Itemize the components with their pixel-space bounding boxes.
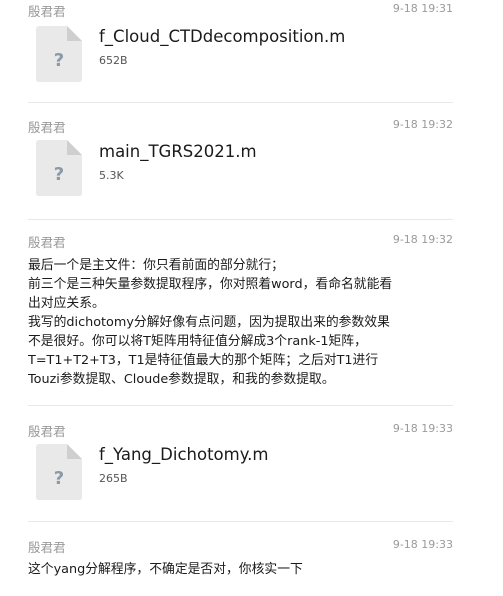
- message-time: 9-18 19:32: [392, 118, 453, 131]
- message-text-line: 出对应关系。: [28, 296, 105, 311]
- unknown-file-icon[interactable]: ?: [36, 26, 82, 82]
- file-size: 5.3K: [99, 169, 124, 182]
- message-text-line: 这个yang分解程序，不确定是否对，你核实一下: [28, 562, 303, 577]
- file-message: 殷君君 9-18 19:32 ? main_TGRS2021.m 5.3K: [28, 118, 453, 210]
- file-size: 652B: [99, 54, 128, 67]
- file-name-link[interactable]: f_Cloud_CTDdecomposition.m: [99, 27, 345, 47]
- file-name-link[interactable]: main_TGRS2021.m: [99, 142, 257, 162]
- message-text-line: 最后一个是主文件：你只看前面的部分就行；: [28, 258, 284, 273]
- message-text-line: 不是很好。你可以将T矩阵用特征值分解成3个rank-1矩阵，: [28, 334, 367, 349]
- message-text-line: 前三个是三种矢量参数提取程序，你对照着word，看命名就能看: [28, 277, 393, 292]
- message-time: 9-18 19:32: [392, 233, 453, 246]
- message-time: 9-18 19:33: [392, 422, 453, 435]
- sender-name: 殷君君: [28, 424, 66, 439]
- message-divider: [28, 102, 453, 103]
- file-name-link[interactable]: f_Yang_Dichotomy.m: [99, 445, 268, 465]
- svg-text:?: ?: [54, 50, 64, 71]
- message-divider: [28, 405, 453, 406]
- message-time: 9-18 19:33: [392, 538, 453, 551]
- unknown-file-icon[interactable]: ?: [36, 140, 82, 196]
- text-message: 殷君君 9-18 19:33 这个yang分解程序，不确定是否对，你核实一下: [28, 538, 453, 590]
- chat-history: 殷君君 9-18 19:31 ? f_Cloud_CTDdecompositio…: [0, 0, 503, 596]
- message-text-line: 我写的dichotomy分解好像有点问题，因为提取出来的参数效果: [28, 315, 390, 330]
- message-divider: [28, 219, 453, 220]
- message-text-line: Touzi参数提取、Cloude参数提取，和我的参数提取。: [28, 372, 335, 387]
- message-text-line: T=T1+T2+T3，T1是特征值最大的那个矩阵；之后对T1进行: [28, 353, 379, 368]
- sender-name: 殷君君: [28, 540, 66, 555]
- sender-name: 殷君君: [28, 4, 66, 19]
- file-message: 殷君君 9-18 19:33 ? f_Yang_Dichotomy.m 265B: [28, 422, 453, 514]
- file-message: 殷君君 9-18 19:31 ? f_Cloud_CTDdecompositio…: [28, 2, 453, 94]
- unknown-file-icon[interactable]: ?: [36, 444, 82, 500]
- text-message: 殷君君 9-18 19:32 最后一个是主文件：你只看前面的部分就行； 前三个是…: [28, 233, 453, 395]
- file-size: 265B: [99, 472, 128, 485]
- svg-text:?: ?: [54, 468, 64, 489]
- sender-name: 殷君君: [28, 235, 66, 250]
- message-time: 9-18 19:31: [392, 2, 453, 15]
- sender-name: 殷君君: [28, 120, 66, 135]
- svg-text:?: ?: [54, 164, 64, 185]
- message-divider: [28, 521, 453, 522]
